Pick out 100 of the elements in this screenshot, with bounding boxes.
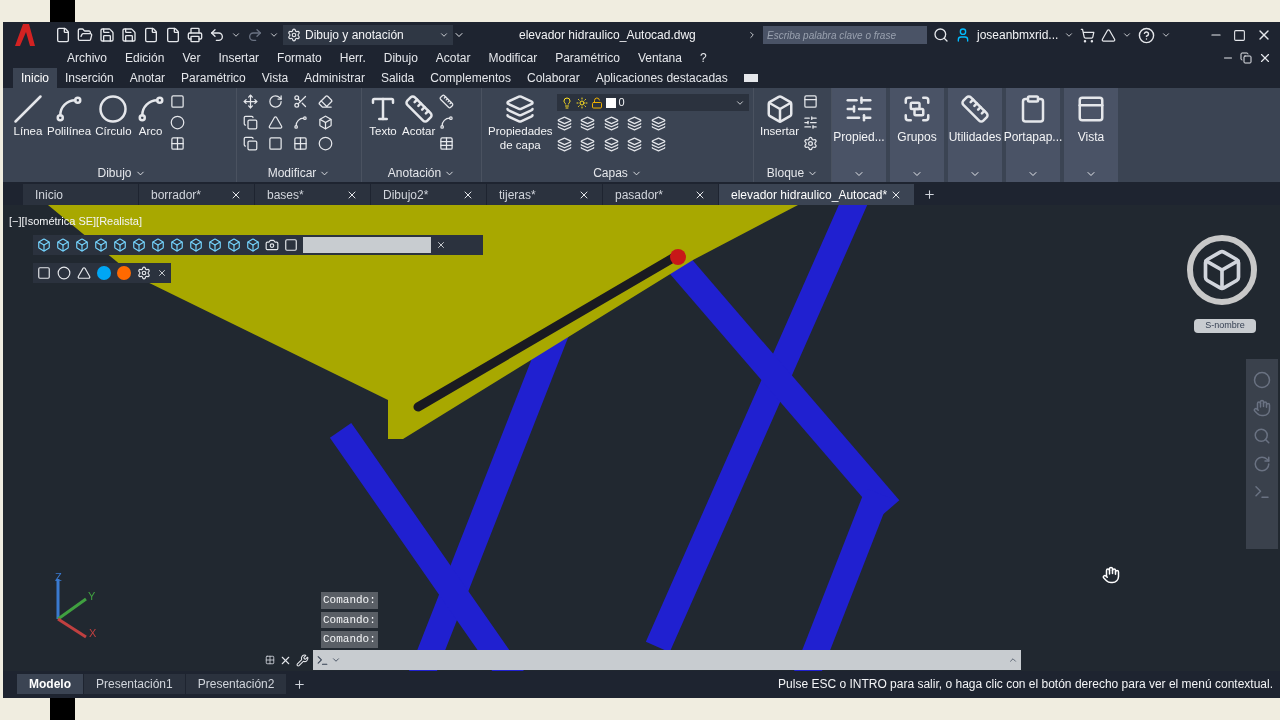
menu-item[interactable]: Herr. (330, 49, 375, 67)
panel-title[interactable]: Capas (593, 164, 628, 182)
layer-tool-icon[interactable] (650, 137, 666, 152)
erase-icon[interactable] (318, 94, 333, 109)
menu-item[interactable]: Modificar (479, 49, 547, 67)
ribbon-tab[interactable]: Vista (253, 69, 297, 87)
search-icon[interactable] (933, 27, 949, 43)
caret-icon[interactable] (1161, 30, 1172, 40)
user-icon[interactable] (955, 27, 971, 43)
menu-item[interactable]: Formato (268, 49, 331, 67)
menu-item[interactable]: Dibujo (374, 49, 427, 67)
new-file-icon[interactable] (55, 27, 71, 43)
view-cube-face-icon[interactable] (75, 238, 89, 252)
caret-icon[interactable] (331, 655, 341, 665)
view-cube-face-icon[interactable] (208, 238, 222, 252)
layout-tab[interactable]: Presentación1 (84, 674, 185, 694)
import-icon[interactable] (165, 27, 181, 43)
expand-icon[interactable] (747, 30, 757, 40)
add-layout-icon[interactable] (293, 677, 307, 691)
menu-item[interactable]: ? (690, 49, 716, 67)
prompt-icon[interactable] (316, 653, 329, 667)
file-tab[interactable]: pasador* (603, 184, 718, 205)
caret-icon[interactable] (231, 30, 241, 40)
ribbon-tab[interactable]: Complementos (422, 69, 519, 87)
file-tab[interactable]: bases* (255, 184, 370, 205)
layer-tool-icon[interactable] (580, 137, 596, 152)
collapsed-panel-button[interactable]: Vista (1064, 88, 1118, 182)
help-icon[interactable] (1138, 26, 1156, 44)
close-icon[interactable] (436, 240, 446, 250)
panel-title[interactable]: Dibujo (97, 164, 132, 182)
ribbon-tool-button[interactable]: Insertar (760, 94, 799, 138)
copy-icon[interactable] (243, 115, 258, 130)
app-logo[interactable] (15, 24, 35, 46)
view-cube-label[interactable]: S-nombre (1194, 319, 1256, 333)
file-tab[interactable]: elevador hidraulico_Autocad* (719, 184, 914, 205)
search-field[interactable]: Escriba palabra clave o frase (763, 26, 927, 44)
layer-tool-icon[interactable] (627, 116, 643, 131)
layer-tool-icon[interactable] (556, 137, 572, 152)
menu-item[interactable]: Ver (173, 49, 210, 67)
save-icon[interactable] (99, 27, 115, 43)
ribbon-tool-button[interactable]: Texto (368, 94, 398, 138)
open-folder-icon[interactable] (77, 27, 93, 43)
table-icon[interactable] (439, 136, 455, 151)
layout-tab[interactable]: Modelo (17, 674, 83, 694)
ribbon-tab[interactable]: Administrar (296, 69, 373, 87)
document-icon[interactable] (143, 27, 159, 43)
layer-tool-icon[interactable] (650, 116, 666, 131)
panel-title[interactable]: Modificar (267, 164, 317, 182)
layout-tab[interactable]: Presentación2 (185, 674, 287, 694)
panel-title[interactable]: Bloque (766, 164, 805, 182)
restore-icon[interactable] (1240, 52, 1252, 64)
caret-icon[interactable] (269, 30, 279, 40)
view-cube-face-icon[interactable] (151, 238, 165, 252)
ribbon-tab[interactable]: Inicio (13, 68, 57, 88)
close-icon[interactable] (1258, 51, 1272, 65)
panel-title[interactable]: Anotación (387, 164, 442, 182)
new-tab-icon[interactable] (923, 188, 936, 201)
menu-item[interactable]: Paramétrico (546, 49, 629, 67)
collapsed-panel-button[interactable]: Utilidades (948, 88, 1002, 182)
view-cube-face-icon[interactable] (132, 238, 146, 252)
menu-item[interactable]: Archivo (58, 49, 116, 67)
ribbon-tool-button[interactable]: Polilínea (47, 94, 92, 138)
menu-item[interactable]: Insertar (209, 49, 269, 67)
layer-tool-icon[interactable] (556, 116, 572, 131)
linear-dimension-icon[interactable] (439, 94, 455, 109)
view-cube-face-icon[interactable] (170, 238, 184, 252)
caret-icon[interactable] (1122, 30, 1133, 40)
view-cube[interactable] (1187, 235, 1257, 305)
menu-item[interactable]: Ventana (628, 49, 691, 67)
layer-tool-icon[interactable] (603, 137, 619, 152)
rotate-icon[interactable] (268, 94, 283, 109)
view-cube-face-icon[interactable] (94, 238, 108, 252)
ribbon-tool-button[interactable]: Línea (13, 94, 43, 138)
array-icon[interactable] (293, 136, 308, 151)
layer-tool-icon[interactable] (603, 116, 619, 131)
layer-tool-icon[interactable] (627, 137, 643, 152)
file-tab[interactable]: tijeras* (487, 184, 602, 205)
cart-icon[interactable] (1080, 27, 1096, 43)
file-tab[interactable]: Dibujo2* (371, 184, 486, 205)
leader-icon[interactable] (439, 115, 455, 130)
ribbon-tool-button[interactable]: Arco (135, 94, 166, 138)
view-cube-face-icon[interactable] (227, 238, 241, 252)
ribbon-tool-button[interactable]: Acotar (402, 94, 436, 138)
ribbon-tab[interactable]: Anotar (121, 69, 174, 87)
menu-item[interactable]: Acotar (426, 49, 480, 67)
redo-icon[interactable] (247, 27, 263, 43)
layer-dropdown[interactable]: 0 (556, 94, 749, 111)
move-icon[interactable] (243, 94, 258, 109)
caret-icon[interactable] (1064, 30, 1075, 40)
command-line-field[interactable] (313, 650, 1021, 670)
view-field[interactable] (303, 237, 431, 253)
ribbon-tool-button[interactable]: Círculo (95, 94, 132, 138)
maximize-icon[interactable] (1233, 28, 1246, 42)
ribbon-tab[interactable]: Aplicaciones destacadas (587, 69, 736, 87)
ribbon-tab[interactable]: Inserción (57, 69, 122, 87)
view-cube-face-icon[interactable] (56, 238, 70, 252)
collapsed-panel-button[interactable]: Grupos (890, 88, 944, 182)
print-icon[interactable] (187, 27, 203, 43)
layer-tool-icon[interactable] (580, 116, 596, 131)
ribbon-tool-button[interactable]: Propiedades de capa (488, 94, 553, 152)
